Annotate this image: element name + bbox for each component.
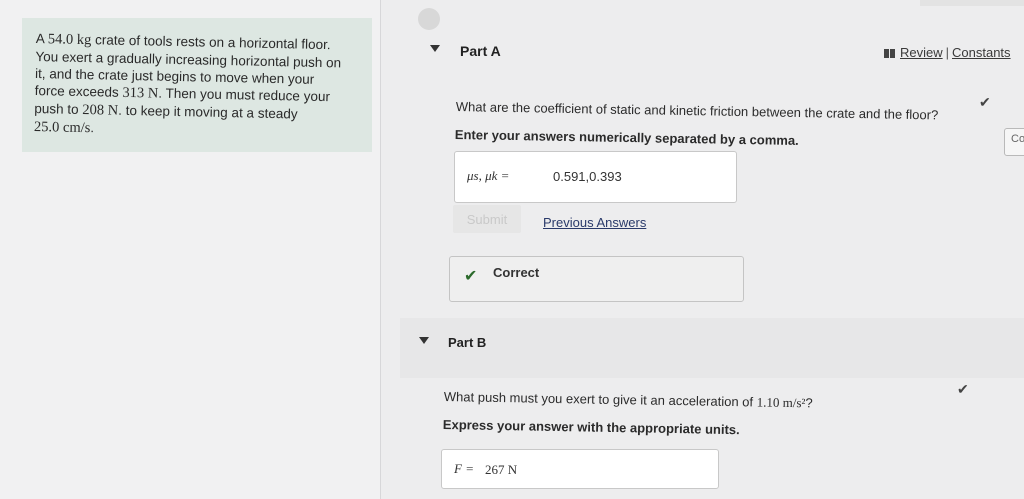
part-a-title[interactable]: Part A — [460, 43, 501, 59]
previous-answers-link[interactable]: Previous Answers — [543, 215, 646, 230]
collapse-part-a-icon[interactable] — [430, 45, 440, 52]
part-a-answer-field[interactable]: μs, μk = 0.591,0.393 — [454, 151, 737, 203]
problem-text: . to keep it moving at a steady — [118, 102, 298, 122]
part-b-answer-field[interactable]: F = 267 N — [441, 449, 719, 489]
problem-text: force exceeds — [34, 82, 123, 100]
check-icon: ✔ — [957, 381, 969, 397]
problem-text: . Then you must reduce your — [158, 85, 331, 105]
constants-link[interactable]: Constants — [952, 45, 1011, 60]
speed-value: 25.0 cm/s — [33, 118, 91, 137]
review-link[interactable]: Review — [900, 45, 943, 60]
book-icon — [884, 49, 895, 59]
check-icon: ✔ — [979, 94, 991, 110]
question-text: ? — [805, 395, 813, 411]
problem-text: A — [35, 30, 48, 47]
answer-value: 267 N — [485, 462, 518, 477]
problem-text: . — [90, 120, 95, 136]
top-toolbar-edge — [920, 0, 1024, 6]
review-constants-links: Review | Constants — [884, 45, 1011, 60]
part-b-title[interactable]: Part B — [448, 335, 486, 350]
side-tab[interactable]: Co — [1004, 128, 1024, 156]
problem-statement: A 54.0 kg crate of tools rests on a hori… — [22, 18, 372, 152]
force-value: 313 N — [122, 84, 159, 102]
acceleration-value: 1.10 m/s² — [756, 394, 806, 411]
force-value: 208 N — [82, 101, 119, 119]
part-b-header-area — [400, 318, 1024, 378]
mass-value: 54.0 kg — [47, 31, 92, 49]
left-panel: A 54.0 kg crate of tools rests on a hori… — [0, 0, 380, 499]
problem-text: push to — [34, 100, 83, 117]
correct-label: Correct — [493, 265, 540, 280]
answer-prefix: μs, μk = — [467, 168, 510, 183]
submit-button[interactable]: Submit — [453, 205, 521, 233]
link-separator: | — [945, 45, 950, 60]
scroll-knob[interactable] — [418, 8, 440, 30]
correct-feedback: ✔ Correct — [449, 256, 744, 302]
check-icon: ✔ — [464, 268, 478, 285]
collapse-part-b-icon[interactable] — [419, 337, 429, 344]
answer-value: 0.591,0.393 — [553, 169, 622, 184]
answer-prefix: F = — [454, 461, 474, 476]
